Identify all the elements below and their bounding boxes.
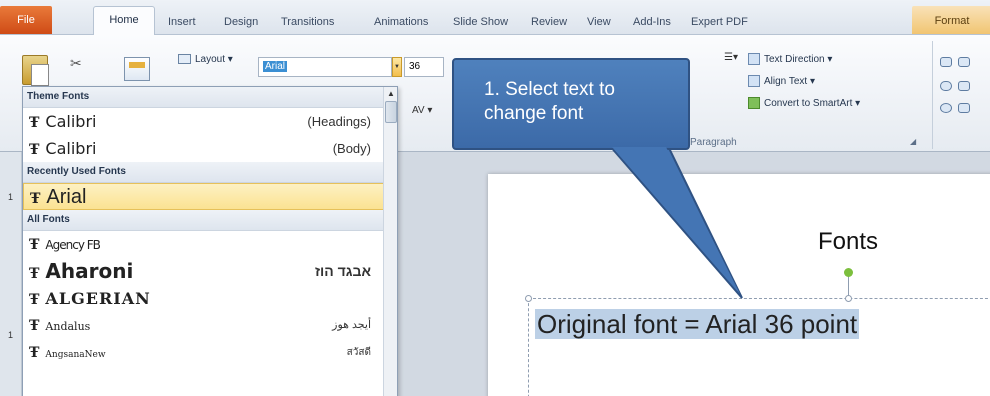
truetype-icon: Ŧ	[29, 345, 40, 361]
text-direction-label: Text Direction	[764, 54, 825, 65]
truetype-icon: Ŧ	[29, 237, 40, 253]
font-item-algerian[interactable]: Ŧ ALGERIAN	[23, 285, 385, 312]
truetype-icon: Ŧ	[30, 191, 41, 207]
font-size-combobox[interactable]: 36	[404, 57, 444, 77]
shape-callout-icon[interactable]	[940, 57, 952, 67]
text-direction-button[interactable]: Text Direction ▾	[720, 49, 860, 71]
resize-handle[interactable]	[525, 295, 532, 302]
font-item-sample: สวัสดี	[346, 347, 371, 358]
cut-icon[interactable]: ✂	[70, 55, 82, 72]
truetype-icon: Ŧ	[29, 142, 40, 158]
new-slide-icon[interactable]	[124, 57, 150, 81]
powerpoint-window: File Home Insert Design Transitions Anim…	[0, 0, 990, 396]
text-direction-icon	[748, 53, 760, 66]
tab-review[interactable]: Review	[531, 16, 567, 28]
shape-rounded-icon[interactable]	[940, 81, 952, 91]
tab-format[interactable]: Format	[912, 6, 990, 34]
slide-body-text[interactable]: Original font = Arial 36 point	[535, 309, 860, 340]
align-text-icon	[748, 75, 760, 88]
tab-slide-show[interactable]: Slide Show	[453, 16, 508, 28]
font-item-note: (Body)	[332, 141, 371, 156]
font-item-label: AngsanaNew	[45, 350, 106, 360]
font-list: Theme Fonts Ŧ Calibri (Headings) Ŧ Calibri…	[23, 87, 385, 366]
align-text-label: Align Text	[764, 76, 808, 87]
callout-text: 1. Select text to change font	[484, 79, 615, 124]
font-item-sample: أيجد هوز	[332, 319, 371, 331]
rotation-handle[interactable]	[844, 268, 853, 277]
ribbon-tab-strip: File Home Insert Design Transitions Anim…	[0, 0, 990, 35]
scroll-thumb[interactable]	[385, 101, 397, 123]
smartart-icon	[748, 97, 760, 110]
tab-insert[interactable]: Insert	[168, 16, 196, 28]
slide-title[interactable]: Fonts	[818, 228, 878, 256]
shape-callout-icon[interactable]	[958, 57, 970, 67]
align-text-button[interactable]: Align Text ▾	[720, 71, 860, 93]
truetype-icon: Ŧ	[29, 115, 40, 131]
font-item-andalus[interactable]: Ŧ Andalus أيجد هوز	[23, 312, 385, 339]
tab-view[interactable]: View	[587, 16, 611, 28]
font-item-label: Arial	[46, 186, 87, 208]
tab-transitions[interactable]: Transitions	[281, 16, 334, 28]
resize-handle[interactable]	[845, 295, 852, 302]
character-spacing-icon[interactable]: AV ▾	[412, 105, 432, 116]
tab-add-ins[interactable]: Add-Ins	[633, 16, 671, 28]
font-name-combobox[interactable]: Arial	[258, 57, 392, 77]
truetype-icon: Ŧ	[29, 318, 40, 334]
font-item-angsananew[interactable]: Ŧ AngsanaNew สวัสดี	[23, 339, 385, 366]
font-item-calibri-body[interactable]: Ŧ Calibri (Body)	[23, 135, 385, 162]
instruction-callout: 1. Select text to change font	[452, 58, 690, 150]
text-direction-group: Text Direction ▾ Align Text ▾ Convert to…	[720, 49, 860, 115]
convert-smartart-label: Convert to SmartArt	[764, 98, 853, 109]
layout-icon	[178, 54, 191, 65]
truetype-icon: Ŧ	[29, 292, 40, 308]
layout-label: Layout	[195, 54, 226, 65]
tab-home[interactable]: Home	[93, 6, 155, 35]
tab-expert-pdf[interactable]: Expert PDF	[691, 16, 748, 28]
selected-text: Original font = Arial 36 point	[535, 309, 860, 339]
shape-rect-icon[interactable]	[958, 81, 970, 91]
paste-icon[interactable]	[22, 55, 49, 86]
font-item-aharoni[interactable]: Ŧ Aharoni אבגד הוז	[23, 258, 385, 285]
all-fonts-header: All Fonts	[23, 210, 385, 231]
convert-smartart-button[interactable]: Convert to SmartArt ▾	[720, 93, 860, 115]
font-list-scrollbar[interactable]: ▲	[383, 87, 397, 396]
font-item-sample: אבגד הוז	[314, 263, 371, 279]
font-dropdown-arrow[interactable]: ▼	[392, 57, 402, 77]
shape-arrow-icon[interactable]	[940, 103, 952, 113]
font-item-note: (Headings)	[307, 114, 371, 129]
font-item-label: Calibri	[45, 112, 97, 131]
font-item-label: Andalus	[45, 320, 91, 333]
font-name-value: Arial	[263, 61, 288, 72]
font-item-calibri-headings[interactable]: Ŧ Calibri (Headings)	[23, 108, 385, 135]
slide-number: 1	[8, 192, 14, 202]
font-item-arial[interactable]: Ŧ Arial	[23, 183, 385, 210]
tab-design[interactable]: Design	[224, 16, 258, 28]
group-separator	[932, 41, 933, 149]
shape-triangle-icon[interactable]	[958, 103, 970, 113]
font-dropdown-panel: Theme Fonts Ŧ Calibri (Headings) Ŧ Calibri…	[22, 86, 398, 396]
tab-file[interactable]: File	[0, 6, 52, 34]
scroll-up-icon[interactable]: ▲	[385, 88, 397, 100]
recent-fonts-header: Recently Used Fonts	[23, 162, 385, 183]
tab-animations[interactable]: Animations	[374, 16, 428, 28]
font-item-label: Agency FB	[45, 238, 100, 252]
font-item-label: Aharoni	[45, 259, 134, 283]
theme-fonts-header: Theme Fonts	[23, 87, 385, 108]
paragraph-group-label: Paragraph	[690, 137, 737, 148]
slide-number: 1	[8, 330, 14, 340]
paragraph-launcher-icon[interactable]: ◢	[910, 137, 916, 146]
slide-thumbnail-pane: 1 1	[0, 152, 22, 396]
layout-button[interactable]: Layout ▾	[178, 54, 233, 65]
rotation-line	[848, 274, 849, 296]
truetype-icon: Ŧ	[29, 266, 40, 282]
font-item-label: ALGERIAN	[45, 289, 151, 308]
font-item-agency-fb[interactable]: Ŧ Agency FB	[23, 231, 385, 258]
font-item-label: Calibri	[45, 139, 97, 158]
